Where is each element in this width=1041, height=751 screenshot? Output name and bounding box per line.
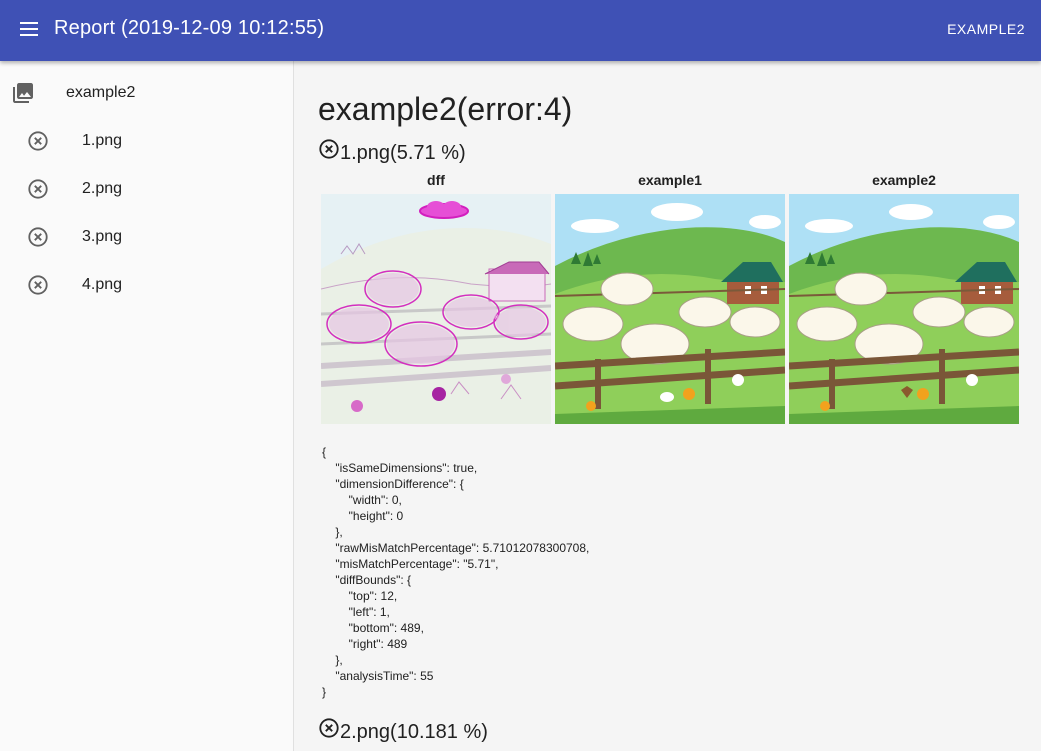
app-bar: Report (2019-12-09 10:12:55) EXAMPLE2 <box>0 0 1041 61</box>
main-content: example2(error:4) 1.png(5.71 %) dff exam… <box>294 61 1041 751</box>
cancel-circle-icon <box>28 131 48 151</box>
result-title-text: 2.png(10.181 %) <box>340 721 488 743</box>
column-header-dff: dff <box>427 172 445 188</box>
cancel-circle-icon <box>319 718 339 738</box>
result-title: 2.png(10.181 %) <box>318 717 488 744</box>
column-header-example2: example2 <box>872 172 936 188</box>
sidebar-item-2-png[interactable]: 2.png <box>0 165 293 213</box>
photo-library-icon <box>13 83 33 103</box>
menu-icon[interactable] <box>20 19 40 39</box>
diff-result-json: { "isSameDimensions": true, "dimensionDi… <box>322 445 590 699</box>
diff-image <box>321 194 551 424</box>
column-header-example1: example1 <box>638 172 702 188</box>
app-title: Report (2019-12-09 10:12:55) <box>54 17 325 39</box>
sidebar-item-3-png[interactable]: 3.png <box>0 213 293 261</box>
example2-image <box>789 194 1019 424</box>
example1-image <box>555 194 785 424</box>
cancel-circle-icon <box>319 139 339 159</box>
sidebar-item-label: 2.png <box>82 180 123 197</box>
sidebar: example2 1.png 2.png 3.png 4.png <box>0 61 294 751</box>
example2-button[interactable]: EXAMPLE2 <box>947 21 1025 37</box>
result-title-text: 1.png(5.71 %) <box>340 142 466 164</box>
sidebar-header[interactable]: example2 <box>0 73 293 113</box>
sidebar-header-label: example2 <box>66 84 136 101</box>
sidebar-item-4-png[interactable]: 4.png <box>0 261 293 309</box>
cancel-circle-icon <box>28 227 48 247</box>
sidebar-item-label: 4.png <box>82 276 123 293</box>
page-title: example2(error:4) <box>318 91 573 127</box>
sidebar-item-label: 1.png <box>82 132 123 149</box>
cancel-circle-icon <box>28 179 48 199</box>
sidebar-item-label: 3.png <box>82 228 123 245</box>
result-title: 1.png(5.71 %) <box>318 138 466 165</box>
cancel-circle-icon <box>28 275 48 295</box>
sidebar-item-1-png[interactable]: 1.png <box>0 117 293 165</box>
